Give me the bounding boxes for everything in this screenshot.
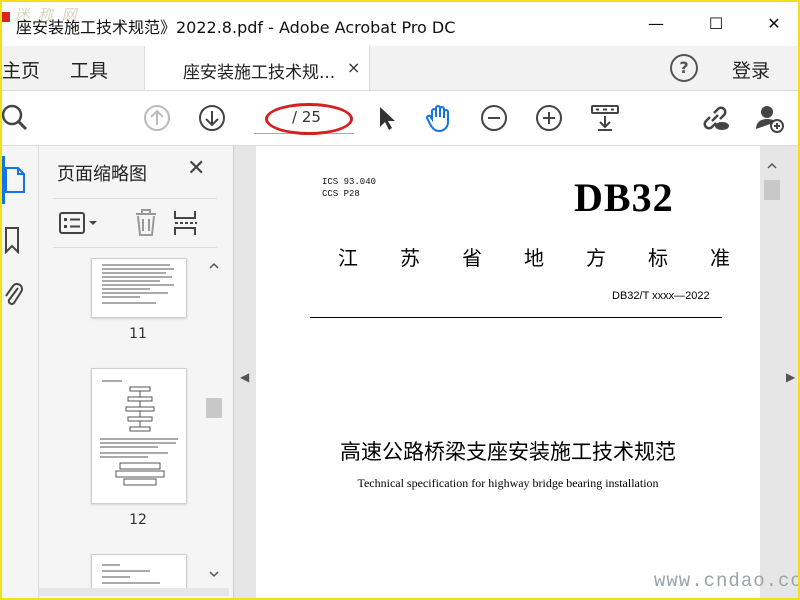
window-title: 座安装施工技术规范》2022.8.pdf - Adobe Acrobat Pro… (16, 18, 456, 37)
ics-code: ICS 93.040 CCS P28 (322, 177, 377, 199)
zoom-out-icon[interactable] (479, 103, 509, 133)
document-view: ◀ ICS 93.040 CCS P28 DB32 江苏省地方标准 DB32/T… (234, 146, 798, 598)
document-scrollbar[interactable] (762, 156, 782, 596)
search-icon[interactable] (2, 103, 32, 133)
zoom-in-icon[interactable] (534, 103, 564, 133)
thumbnail-content-lines (102, 264, 174, 304)
tab-document[interactable]: 座安装施工技术规... × (144, 46, 370, 90)
minimize-button[interactable]: — (642, 12, 670, 36)
close-tab-button[interactable]: × (347, 58, 360, 77)
add-user-icon[interactable] (754, 103, 784, 133)
db-label: DB32 (574, 175, 674, 220)
expand-right-panel-icon[interactable]: ▶ (786, 370, 795, 384)
document-title-cn: 高速公路桥梁支座安装施工技术规范 (340, 440, 676, 464)
insert-page-icon[interactable] (173, 209, 199, 237)
acrobat-logo-icon (2, 6, 14, 24)
navigation-rail (2, 146, 39, 598)
thumbnail-page-11[interactable] (91, 258, 187, 318)
province-standard-heading: 江苏省地方标准 (338, 246, 772, 270)
app-window: 迷 称 网 座安装施工技术规范》2022.8.pdf - Adobe Acrob… (0, 0, 800, 600)
site-watermark: www.cndao.com (654, 570, 800, 592)
close-window-button[interactable]: ✕ (760, 12, 788, 36)
document-title-en: Technical specification for highway brid… (357, 476, 659, 490)
thumbnail-options-icon[interactable] (59, 211, 99, 235)
thumbnail-content-lines (102, 564, 160, 584)
pdf-page: ICS 93.040 CCS P28 DB32 江苏省地方标准 DB32/T x… (256, 146, 760, 598)
scroll-mode-icon[interactable] (590, 103, 620, 133)
thumbnail-flowchart (100, 380, 178, 486)
thumbnail-horizontal-scrollbar[interactable] (39, 588, 229, 596)
tab-bar: 主页 工具 座安装施工技术规... × ? 登录 (2, 46, 798, 91)
document-tab-label: 座安装施工技术规... (183, 63, 336, 83)
title-bar: 迷 称 网 座安装施工技术规范》2022.8.pdf - Adobe Acrob… (2, 2, 798, 46)
page-up-icon[interactable] (142, 103, 172, 133)
standard-number: DB32/T xxxx—2022 (612, 290, 710, 302)
header-divider (310, 317, 722, 318)
select-cursor-icon[interactable] (372, 103, 402, 133)
delete-page-icon[interactable] (133, 209, 159, 237)
hand-tool-icon[interactable] (424, 103, 454, 133)
thumbnail-page-12[interactable] (91, 368, 187, 504)
thumbnail-label-11: 11 (129, 326, 147, 342)
tab-tools[interactable]: 工具 (70, 56, 108, 83)
page-thumbnails-icon[interactable] (4, 166, 26, 194)
thumbnail-toolbar (53, 198, 217, 248)
thumbnail-panel: 页面缩略图 ✕ 11 12 (39, 146, 234, 598)
maximize-button[interactable]: ☐ (702, 12, 730, 36)
tab-home[interactable]: 主页 (2, 56, 40, 83)
share-link-icon[interactable] (700, 103, 730, 133)
thumbnail-page-13[interactable] (91, 554, 187, 590)
login-button[interactable]: 登录 (732, 56, 770, 83)
close-panel-button[interactable]: ✕ (187, 156, 205, 181)
thumbnail-scrollbar[interactable] (205, 258, 223, 588)
thumbnail-label-12: 12 (129, 512, 147, 528)
highlight-annotation-circle (265, 103, 353, 135)
help-icon[interactable]: ? (670, 54, 698, 82)
page-down-icon[interactable] (197, 103, 227, 133)
collapse-left-panel-icon[interactable]: ◀ (240, 370, 249, 384)
attachment-icon[interactable] (4, 280, 24, 310)
bookmark-icon[interactable] (4, 226, 22, 254)
toolbar: / 25 (2, 91, 798, 146)
thumbnail-panel-title: 页面缩略图 (57, 164, 147, 185)
